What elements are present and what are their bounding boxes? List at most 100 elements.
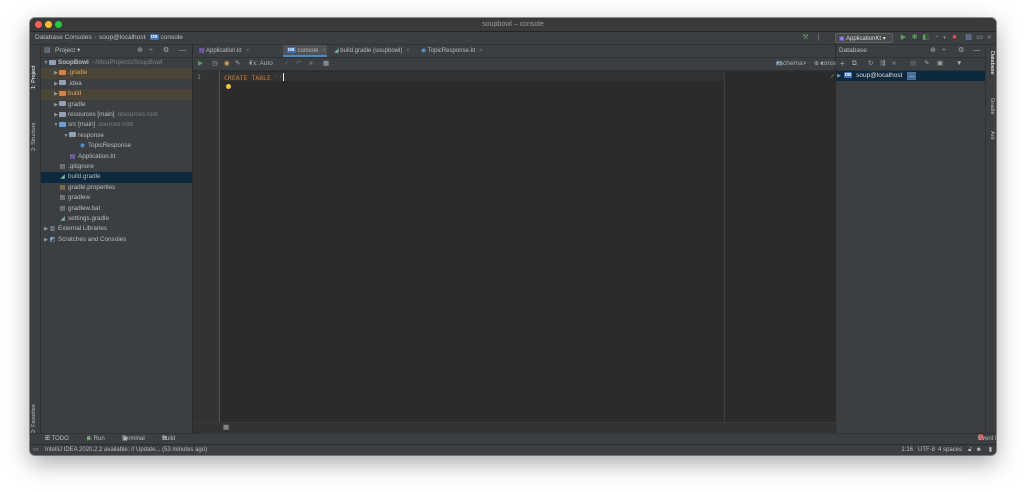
schema-select[interactable]: ▤ <schema> ▾ — [776, 58, 806, 70]
caret-position[interactable]: 1:16 — [901, 445, 913, 455]
tree-item[interactable]: ▤ gradle.properties — [41, 183, 192, 193]
tree-item[interactable]: ▶ build — [41, 89, 192, 100]
tree-item[interactable]: ▤ .gitignore — [41, 162, 192, 172]
close-tab-icon[interactable]: × — [322, 48, 326, 54]
toolbar-separator: | — [817, 34, 820, 41]
tree-item[interactable]: ▶ .idea — [41, 79, 192, 89]
search-icon[interactable]: ⌕ — [985, 33, 994, 43]
libraries-icon: ▥ — [49, 226, 56, 233]
tree-item[interactable]: ▤ gradlew — [41, 193, 192, 203]
locate-file-icon[interactable]: ⊕ — [137, 45, 143, 57]
editor-tab[interactable]: ◢ build.gradle (soupbowl) × — [330, 45, 418, 57]
kotlin-file-icon: ▤ — [199, 48, 207, 54]
tree-item-hint: sources root — [98, 121, 133, 129]
code-line[interactable]: CREATE TABLE '' — [224, 73, 284, 82]
project-structure-icon[interactable]: ▤ — [964, 33, 973, 43]
tool-tab-structure[interactable]: 2: Structure — [31, 123, 37, 151]
close-tab-icon[interactable]: × — [406, 48, 410, 54]
chevron-down-icon[interactable]: ▾ — [940, 33, 949, 43]
coverage-icon[interactable]: ◧ — [921, 33, 930, 43]
refresh-icon[interactable]: ↻ — [868, 58, 873, 70]
tree-item[interactable]: ▶ gradle — [41, 100, 192, 110]
stop-icon[interactable]: ■ — [950, 33, 959, 43]
tree-item[interactable]: ▼ response — [41, 131, 192, 141]
tree-item[interactable]: ◢ build.gradle — [41, 172, 192, 183]
tree-item[interactable]: ▶ ◩ Scratches and Consoles — [41, 235, 192, 245]
breadcrumb-database-consoles[interactable]: Database Consoles — [35, 32, 92, 44]
build-hammer-icon[interactable]: ⚒ — [801, 33, 810, 43]
tree-item[interactable]: ▼ src [main] sources root — [41, 120, 192, 130]
settings-icon[interactable]: ◉ — [224, 58, 230, 70]
lock-icon[interactable]: 🔓︎ — [968, 445, 972, 455]
project-view-select[interactable]: Project ▾ — [55, 45, 80, 57]
debug-icon[interactable]: ✱ — [910, 33, 919, 43]
run-configuration-select[interactable]: ▣ ApplicationKt ▾ — [835, 33, 893, 43]
schema-diff-icon[interactable]: ⇶ — [880, 58, 885, 70]
editor-tab[interactable]: ▤ Application.kt × — [195, 45, 283, 57]
locate-file-icon[interactable]: ⊕ — [930, 45, 936, 57]
editor-tab[interactable]: ◉ TopicResponse.kt × — [417, 45, 493, 57]
stop-icon[interactable]: ■ — [892, 58, 896, 70]
collapse-all-icon[interactable]: ÷ — [942, 45, 946, 57]
tool-tab-project[interactable]: 1: Project — [31, 66, 37, 89]
tool-tab-database[interactable]: Database — [989, 51, 995, 75]
table-icon[interactable]: ▦ — [223, 423, 229, 433]
filter-icon[interactable]: ▼ — [956, 58, 962, 70]
add-icon[interactable]: + — [840, 58, 845, 70]
tree-item[interactable]: ▤ gradlew.bat — [41, 204, 192, 214]
tree-item[interactable]: ▶ resources [main] resources root — [41, 110, 192, 120]
lightbulb-icon[interactable] — [226, 84, 231, 89]
commit-icon[interactable]: ✓ — [284, 58, 289, 70]
cancel-statement-icon[interactable]: ■ — [309, 58, 313, 70]
session-select[interactable]: ⊕ console ▾ — [814, 58, 843, 70]
datasource-row[interactable]: ▶ DB soup@localhost ... — [836, 71, 985, 81]
hide-panel-icon[interactable]: — — [179, 45, 186, 57]
gear-icon[interactable]: ⚙ — [163, 45, 169, 57]
history-icon[interactable]: ◷ — [212, 58, 218, 70]
tool-tab-gradle[interactable]: Gradle — [989, 98, 995, 115]
console-icon[interactable]: ▣ — [937, 58, 943, 70]
editor-tab[interactable]: DB console × — [283, 45, 327, 57]
table-view-icon[interactable]: ▦ — [910, 58, 916, 70]
wrench-icon[interactable]: ✎ — [235, 58, 240, 70]
copy-icon[interactable]: ⧉ — [852, 58, 857, 70]
edit-icon[interactable]: ✎ — [924, 58, 929, 70]
presentation-icon[interactable]: ▭ — [975, 33, 984, 43]
tree-item-label: settings.gradle — [68, 215, 109, 222]
inspector-icon[interactable]: ☻ — [976, 445, 982, 455]
project-view-label: Project — [55, 47, 76, 54]
breadcrumb-separator: › — [144, 34, 147, 41]
results-grid-icon[interactable]: ▦ — [323, 58, 329, 70]
status-message[interactable]: IntelliJ IDEA 2020.2.2 available: // Upd… — [45, 445, 207, 455]
tree-item[interactable]: ▶ .gradle — [41, 68, 192, 79]
transaction-mode-select[interactable]: Tx: Auto ▾ — [249, 58, 273, 70]
tree-item[interactable]: ◉ TopicResponse — [41, 141, 192, 151]
run-icon[interactable]: ▶ — [899, 33, 908, 43]
indent-setting[interactable]: 4 spaces — [938, 445, 962, 455]
breadcrumb-console[interactable]: DB console — [150, 32, 183, 44]
text-file-icon: ▤ — [59, 164, 66, 170]
datasource-more-button[interactable]: ... — [907, 72, 917, 80]
rollback-icon[interactable]: ↶ — [296, 58, 301, 70]
gear-icon[interactable]: ⚙ — [958, 45, 964, 57]
close-tab-icon[interactable]: × — [246, 48, 250, 54]
chevron-right-icon[interactable]: ▶ — [836, 71, 842, 81]
status-toggle-icon[interactable]: ▭ — [33, 445, 39, 455]
trash-icon[interactable]: ▮ — [989, 445, 992, 455]
script-file-icon: ▤ — [59, 195, 66, 202]
tool-tab-favorites[interactable]: 2: Favorites — [31, 404, 37, 433]
breadcrumb-datasource[interactable]: soup@localhost — [99, 32, 145, 44]
execute-icon[interactable]: ▶ — [198, 58, 203, 70]
collapse-all-icon[interactable]: ÷ — [149, 45, 153, 57]
bottom-tool-bar: ☰ 6: TODO ▶ 4: Run ▣ Terminal ⚒ Build Ev… — [30, 433, 996, 444]
hide-panel-icon[interactable]: — — [973, 45, 980, 57]
close-tab-icon[interactable]: × — [479, 48, 483, 54]
status-bar: ▭ IntelliJ IDEA 2020.2.2 available: // U… — [30, 444, 996, 455]
file-encoding[interactable]: UTF-8 — [918, 445, 935, 455]
inspection-ok-icon[interactable]: ✓ — [830, 73, 835, 80]
tool-tab-ant[interactable]: Ant — [989, 131, 995, 139]
tree-item[interactable]: ▶ ▥ External Libraries — [41, 224, 192, 234]
tree-item[interactable]: ◢ settings.gradle — [41, 214, 192, 224]
tree-item[interactable]: ▤ Application.kt — [41, 152, 192, 162]
tree-item[interactable]: ▼ SoupBowl ~/IdeaProjects/SoupBowl — [41, 58, 192, 68]
